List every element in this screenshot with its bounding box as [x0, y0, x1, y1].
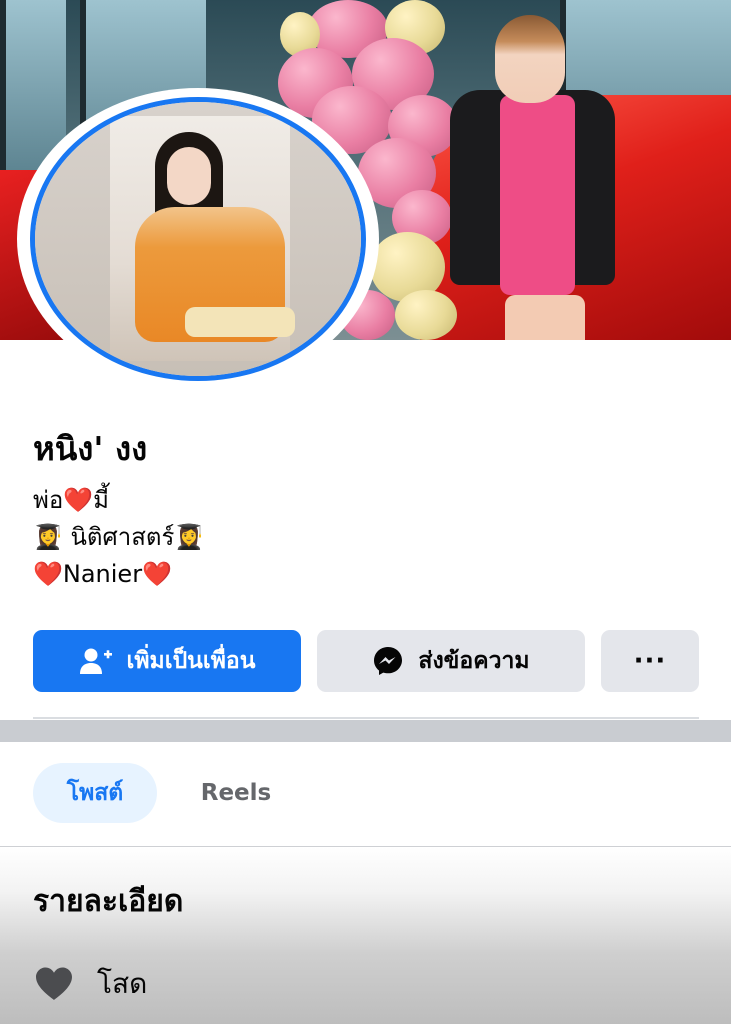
tab-label: Reels — [200, 780, 272, 806]
balloon — [395, 290, 457, 340]
divider — [33, 717, 699, 719]
add-friend-label: เพิ่มเป็นเพื่อน — [126, 648, 256, 674]
details-title: รายละเอียด — [33, 884, 184, 919]
tab-reels[interactable]: Reels — [180, 763, 292, 823]
message-label: ส่งข้อความ — [418, 648, 530, 674]
tab-label: โพสต์ — [66, 780, 124, 806]
profile-bio: พ่อ❤️มี้ 👩‍🎓 นิติศาสตร์👩‍🎓 ❤️Nanier❤️ — [33, 482, 204, 593]
bio-line: ❤️Nanier❤️ — [33, 560, 172, 588]
tab-posts[interactable]: โพสต์ — [33, 763, 157, 823]
relationship-status: โสด — [33, 962, 147, 1006]
bio-line: พ่อ❤️มี้ — [33, 486, 109, 514]
profile-name: หนิง' งง — [33, 429, 148, 468]
heart-icon — [36, 967, 72, 1000]
message-button[interactable]: ส่งข้อความ — [317, 630, 585, 692]
person-legs — [505, 295, 585, 340]
more-options-button[interactable]: ··· — [601, 630, 699, 692]
avatar-ruffle — [185, 307, 295, 337]
bio-line: 👩‍🎓 นิติศาสตร์👩‍🎓 — [33, 523, 205, 551]
add-friend-icon — [79, 648, 112, 674]
cover-person — [450, 10, 620, 340]
profile-picture[interactable] — [30, 97, 366, 381]
person-head — [495, 15, 565, 103]
section-separator — [0, 720, 731, 742]
avatar-face — [167, 147, 211, 205]
relationship-value: โสด — [97, 967, 148, 1000]
more-icon: ··· — [633, 646, 667, 676]
add-friend-button[interactable]: เพิ่มเป็นเพื่อน — [33, 630, 301, 692]
messenger-icon — [374, 647, 403, 675]
person-shirt — [500, 95, 575, 295]
